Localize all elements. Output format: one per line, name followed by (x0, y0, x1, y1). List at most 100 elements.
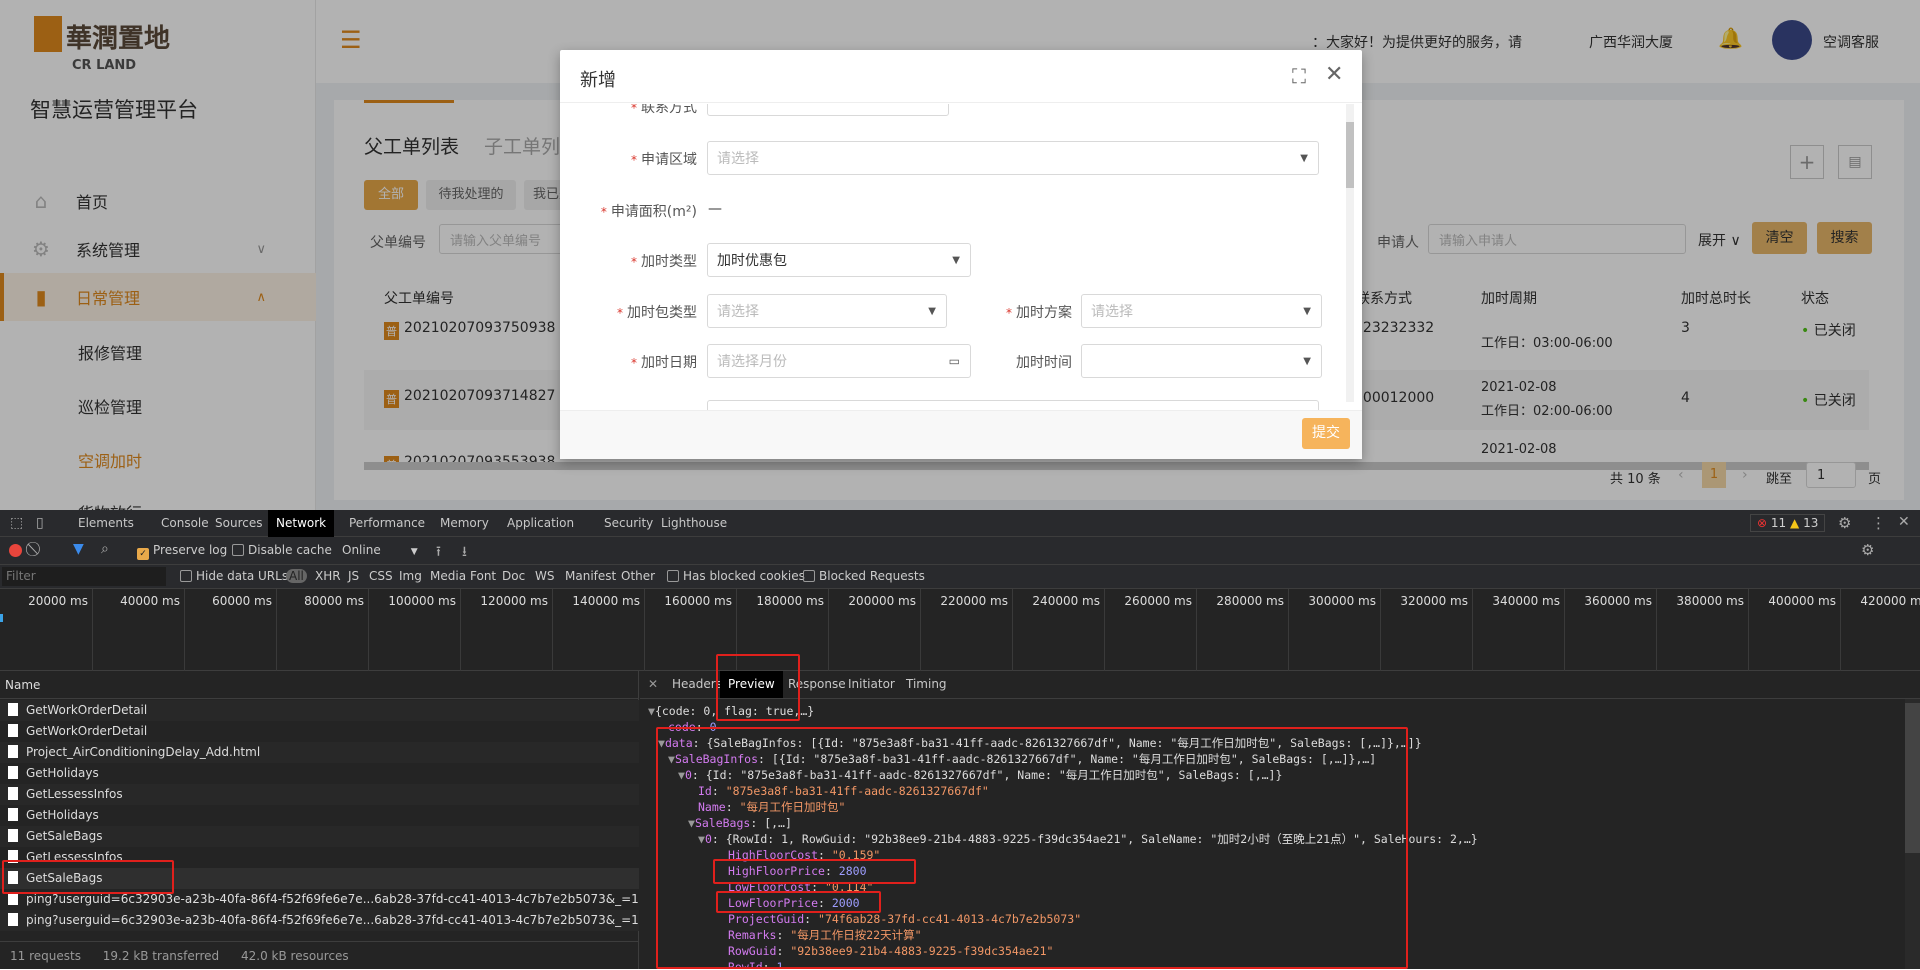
timeline-tick: 140000 ms (572, 594, 640, 608)
blocked-requests-checkbox[interactable]: Blocked Requests (803, 569, 925, 583)
next-field-input[interactable] (707, 400, 1319, 410)
type-filter-other[interactable]: Other (621, 569, 655, 583)
warning-icon: ▲ (1790, 516, 1800, 530)
timeline-tick: 240000 ms (1032, 594, 1100, 608)
add-dialog: 新增 ⛶ ✕ * 联系方式 * 申请区域 请选择 ▼ * 申请面积(m²) — * 加时类… (560, 50, 1362, 459)
dialog-title: 新增 (580, 70, 616, 91)
type-filter-font[interactable]: Font (470, 569, 496, 583)
search-icon[interactable]: ⌕ (101, 541, 109, 557)
tab-network[interactable]: Network (268, 510, 335, 537)
request-row[interactable]: GetLessessInfos (0, 784, 639, 805)
preview-scrollbar[interactable] (1905, 699, 1920, 969)
timeline-tick: 320000 ms (1400, 594, 1468, 608)
request-row[interactable]: GetWorkOrderDetail (0, 721, 639, 742)
tab-lighthouse[interactable]: Lighthouse (653, 510, 735, 537)
network-timeline[interactable]: 20000 ms 40000 ms 60000 ms 80000 ms 100000 m… (0, 589, 1920, 671)
blocked-cookies-checkbox[interactable]: Has blocked cookies (667, 569, 805, 583)
detail-tab-initiator[interactable]: Initiator (840, 671, 903, 698)
filter-icon[interactable]: ▼ (73, 541, 84, 557)
maximize-icon[interactable]: ⛶ (1292, 64, 1306, 88)
type-filter-xhr[interactable]: XHR (315, 569, 341, 583)
close-detail-icon[interactable]: ✕ (648, 677, 658, 691)
document-icon (8, 913, 18, 926)
timeline-tick: 100000 ms (388, 594, 456, 608)
time-select[interactable]: ▼ (1081, 344, 1322, 378)
highlight-preview-tab (716, 654, 800, 721)
request-name: GetWorkOrderDetail (26, 724, 148, 738)
type-filter-media[interactable]: Media (430, 569, 466, 583)
timeline-tick: 380000 ms (1676, 594, 1744, 608)
detail-tabbar: ✕ Headers Preview Response Initiator Timing (640, 671, 1920, 699)
hide-data-urls-label: Hide data URLs (196, 569, 289, 583)
request-row[interactable]: GetWorkOrderDetail (0, 700, 639, 721)
type-filter-css[interactable]: CSS (369, 569, 393, 583)
request-name: GetSaleBags (26, 829, 103, 843)
dialog-body: * 联系方式 * 申请区域 请选择 ▼ * 申请面积(m²) — * 加时类型 加时优惠包… (560, 104, 1362, 410)
export-har-icon[interactable]: ⭳ (462, 541, 467, 565)
timeline-tick: 260000 ms (1124, 594, 1192, 608)
type-filter-js[interactable]: JS (348, 569, 359, 583)
caret-down-icon: ▼ (952, 254, 960, 266)
checkbox-icon (667, 570, 679, 582)
throttle-select[interactable]: Online ▼ (342, 543, 418, 557)
timeline-tick: 340000 ms (1492, 594, 1560, 608)
settings-icon[interactable]: ⚙ (1838, 514, 1851, 532)
hide-data-urls-checkbox[interactable]: Hide data URLs (180, 569, 288, 583)
tab-elements[interactable]: Elements (70, 510, 142, 537)
device-toolbar-icon[interactable]: ▯ (36, 515, 44, 531)
document-icon (8, 766, 18, 779)
request-row[interactable]: GetSaleBags (0, 826, 639, 847)
tab-application[interactable]: Application (499, 510, 582, 537)
checkbox-icon (232, 544, 244, 556)
type-filter-doc[interactable]: Doc (502, 569, 525, 583)
timeline-tick: 80000 ms (304, 594, 364, 608)
bag-type-select[interactable]: 请选择 ▼ (707, 294, 947, 328)
detail-tab-timing[interactable]: Timing (898, 671, 955, 698)
request-row[interactable]: ping?userguid=6c32903e-a23b-40fa-86f4-f5… (0, 910, 639, 931)
type-filter-all[interactable]: All (286, 569, 307, 583)
close-icon[interactable]: ✕ (1325, 62, 1343, 87)
submit-button[interactable]: 提交 (1302, 418, 1350, 449)
app-page: 華潤置地 CR LAND 智慧运营管理平台 ⌂ 首页 ⚙ 系统管理 ∨ ▮ 日常管理 ∧ … (0, 0, 1920, 510)
name-column-header[interactable]: Name (0, 671, 639, 699)
tab-security[interactable]: Security (596, 510, 661, 537)
record-icon[interactable] (9, 544, 22, 557)
date-placeholder: 请选择月份 (717, 354, 787, 370)
more-options-icon[interactable]: ⋮ (1871, 514, 1886, 532)
tab-performance[interactable]: Performance (341, 510, 433, 537)
request-row[interactable]: GetHolidays (0, 763, 639, 784)
type-filter-img[interactable]: Img (399, 569, 422, 583)
area-placeholder: 请选择 (717, 151, 759, 167)
type-select[interactable]: 加时优惠包 ▼ (707, 243, 971, 277)
tab-sources[interactable]: Sources (207, 510, 270, 537)
area-select[interactable]: 请选择 ▼ (707, 141, 1319, 175)
timeline-tick: 180000 ms (756, 594, 824, 608)
request-count: 11 requests (10, 949, 81, 963)
contact-label: 联系方式 (641, 104, 697, 116)
preserve-log-checkbox[interactable]: ✓ Preserve log (137, 543, 227, 560)
filter-bar: Filter Hide data URLs All XHR JS CSS Img Medi… (0, 565, 1920, 589)
highlight-data (656, 727, 1408, 969)
issues-counter[interactable]: ⊗ 11 ▲ 13 (1750, 514, 1826, 532)
error-count: 11 (1770, 516, 1787, 530)
request-row[interactable]: GetHolidays (0, 805, 639, 826)
disable-cache-label: Disable cache (248, 543, 332, 557)
filter-input[interactable]: Filter (2, 567, 166, 586)
inspect-element-icon[interactable]: ⬚ (10, 515, 23, 531)
import-har-icon[interactable]: ⭱ (436, 541, 441, 565)
timeline-bar (0, 614, 3, 622)
type-filter-manifest[interactable]: Manifest (565, 569, 616, 583)
network-settings-icon[interactable]: ⚙ (1861, 541, 1874, 559)
close-devtools-icon[interactable]: ✕ (1898, 514, 1910, 530)
plan-select[interactable]: 请选择 ▼ (1081, 294, 1322, 328)
contact-input[interactable] (707, 104, 949, 116)
dialog-header (560, 50, 1362, 103)
checkbox-checked-icon: ✓ (137, 548, 149, 560)
date-label: 加时日期 (641, 355, 697, 371)
type-filter-ws[interactable]: WS (535, 569, 554, 583)
request-row[interactable]: Project_AirConditioningDelay_Add.html (0, 742, 639, 763)
dialog-scrollbar[interactable] (1346, 104, 1354, 402)
request-name: GetHolidays (26, 808, 99, 822)
tab-memory[interactable]: Memory (432, 510, 497, 537)
disable-cache-checkbox[interactable]: Disable cache (232, 543, 332, 557)
